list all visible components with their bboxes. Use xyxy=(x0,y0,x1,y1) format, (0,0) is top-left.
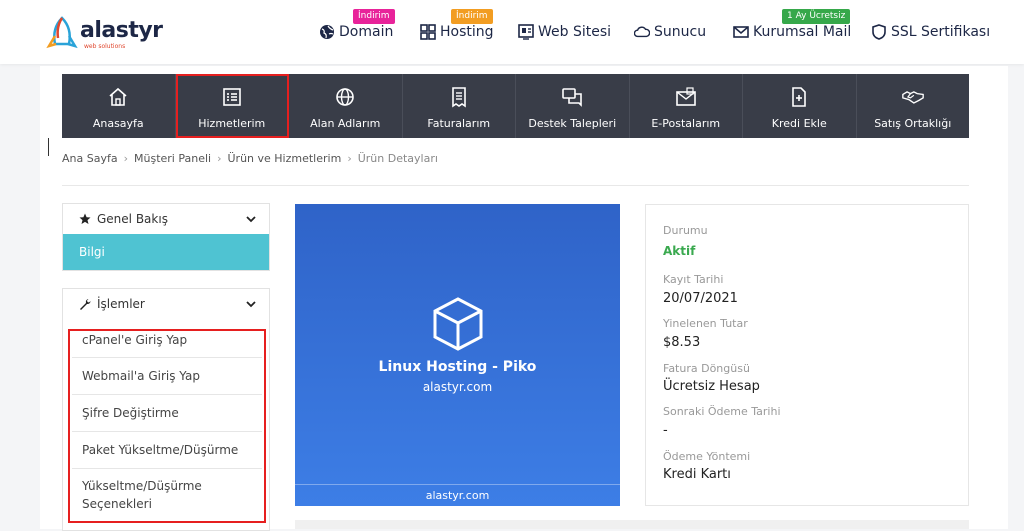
apps-icon xyxy=(420,24,436,40)
next-due-date-label: Sonraki Ödeme Tarihi xyxy=(663,405,781,418)
mail-icon xyxy=(733,26,749,38)
topnav-server[interactable]: Sunucu xyxy=(634,0,706,64)
mainnav-invoices[interactable]: Faturalarım xyxy=(403,74,516,138)
product-name: Linux Hosting - Piko xyxy=(378,359,537,375)
topnav-mail[interactable]: Kurumsal Mail xyxy=(733,0,851,64)
topnav-ssl-label: SSL Sertifikası xyxy=(891,24,991,40)
topnav-domain-label: Domain xyxy=(339,24,394,40)
recurring-amount-label: Yinelenen Tutar xyxy=(663,317,748,330)
email-icon xyxy=(675,87,696,106)
mainnav-home[interactable]: Anasayfa xyxy=(62,74,176,138)
bottom-section-edge xyxy=(295,520,969,529)
billing-cycle-label: Fatura Döngüsü xyxy=(663,362,750,375)
wrench-icon xyxy=(80,299,91,310)
product-domain: alastyr.com xyxy=(422,380,493,394)
mainnav-add-credit-label: Kredi Ekle xyxy=(771,117,827,130)
topnav-ssl[interactable]: SSL Sertifikası xyxy=(871,0,990,64)
mainnav-support-label: Destek Talepleri xyxy=(528,117,617,130)
topnav-server-label: Sunucu xyxy=(654,24,707,40)
next-due-date-value: - xyxy=(663,423,668,438)
brand-logo[interactable]: alastyr web solutions xyxy=(46,14,163,54)
overview-title: Genel Bakış xyxy=(97,212,168,226)
package-box-icon xyxy=(433,297,483,351)
breadcrumb-services[interactable]: Ürün ve Hizmetlerim xyxy=(228,152,342,165)
star-icon xyxy=(79,213,91,224)
rocket-logo-icon xyxy=(46,16,78,49)
globe-icon xyxy=(336,88,355,106)
topnav-website[interactable]: Web Sitesi xyxy=(518,0,611,64)
overview-info-item[interactable]: Bilgi xyxy=(63,234,269,270)
globe-icon xyxy=(320,25,334,39)
shield-icon xyxy=(872,24,886,40)
add-file-icon xyxy=(792,87,807,107)
chevron-down-icon xyxy=(246,301,256,308)
product-details: Durumu Aktif Kayıt Tarihi 20/07/2021 Yin… xyxy=(645,204,969,506)
topnav-hosting[interactable]: Hosting xyxy=(420,0,494,64)
chevron-down-icon xyxy=(246,216,256,223)
mainnav-services-label: Hizmetlerim xyxy=(198,117,266,130)
mainnav-affiliate[interactable]: Satış Ortaklığı xyxy=(857,74,970,138)
top-header: alastyr web solutions İndirim İndirim 1 … xyxy=(0,0,1024,64)
operations-list: cPanel'e Giriş Yap Webmail'a Giriş Yap Ş… xyxy=(68,329,266,523)
handshake-icon xyxy=(901,91,924,104)
mainnav-add-credit[interactable]: Kredi Ekle xyxy=(743,74,857,138)
mainnav-invoices-label: Faturalarım xyxy=(427,117,491,130)
divider xyxy=(62,185,969,186)
status-label: Durumu xyxy=(663,224,708,237)
payment-method-label: Ödeme Yöntemi xyxy=(663,450,751,463)
status-value: Aktif xyxy=(663,244,696,258)
registration-date-value: 20/07/2021 xyxy=(663,291,738,306)
product-card: Linux Hosting - Piko alastyr.com alastyr… xyxy=(295,204,620,506)
chevron-right-icon: › xyxy=(347,152,352,165)
payment-method-value: Kredi Kartı xyxy=(663,467,731,482)
webmail-login-link[interactable]: Webmail'a Giriş Yap xyxy=(72,358,262,395)
billing-cycle-value: Ücretsiz Hesap xyxy=(663,379,760,394)
breadcrumb: Ana Sayfa › Müşteri Paneli › Ürün ve Hiz… xyxy=(62,152,438,165)
breadcrumb-client-panel[interactable]: Müşteri Paneli xyxy=(134,152,211,165)
product-footer-domain[interactable]: alastyr.com xyxy=(295,484,620,507)
overview-header[interactable]: Genel Bakış xyxy=(63,204,269,234)
breadcrumb-current: Ürün Detayları xyxy=(357,152,438,165)
mainnav-emails-label: E-Postalarım xyxy=(651,117,721,130)
mainnav-home-label: Anasayfa xyxy=(92,117,144,130)
mainnav-services[interactable]: Hizmetlerim xyxy=(175,74,289,138)
mainnav-support[interactable]: Destek Talepleri xyxy=(516,74,630,138)
topnav-mail-label: Kurumsal Mail xyxy=(753,24,852,40)
operations-title: İşlemler xyxy=(97,297,145,311)
brand-tagline: web solutions xyxy=(84,43,126,50)
mainnav-emails[interactable]: E-Postalarım xyxy=(630,74,743,138)
change-password-link[interactable]: Şifre Değiştirme xyxy=(72,395,262,432)
mainnav-domains[interactable]: Alan Adlarım xyxy=(289,74,403,138)
brand-name: alastyr xyxy=(80,18,163,43)
breadcrumb-home[interactable]: Ana Sayfa xyxy=(62,152,118,165)
operations-header[interactable]: İşlemler xyxy=(63,289,269,319)
home-icon xyxy=(109,87,127,106)
mainnav-domains-label: Alan Adlarım xyxy=(310,117,381,130)
text-cursor xyxy=(48,138,49,156)
chevron-right-icon: › xyxy=(123,152,128,165)
topnav-domain[interactable]: Domain xyxy=(319,0,393,64)
cloud-icon xyxy=(634,26,650,38)
cpanel-login-link[interactable]: cPanel'e Giriş Yap xyxy=(72,331,262,358)
chat-icon xyxy=(562,88,583,107)
registration-date-label: Kayıt Tarihi xyxy=(663,273,724,286)
mainnav-affiliate-label: Satış Ortaklığı xyxy=(874,117,952,130)
list-icon xyxy=(222,88,241,106)
recurring-amount-value: $8.53 xyxy=(663,335,701,350)
topnav-website-label: Web Sitesi xyxy=(538,24,612,40)
upgrade-downgrade-link[interactable]: Paket Yükseltme/Düşürme xyxy=(72,432,262,469)
website-icon xyxy=(518,24,534,40)
overview-panel: Genel Bakış Bilgi xyxy=(62,203,270,271)
topnav-hosting-label: Hosting xyxy=(440,24,494,40)
invoice-icon xyxy=(451,87,466,108)
main-nav: Anasayfa Hizmetlerim Alan Adlarım Fatura… xyxy=(62,74,969,138)
upgrade-options-link[interactable]: Yükseltme/Düşürme Seçenekleri xyxy=(72,469,262,521)
chevron-right-icon: › xyxy=(217,152,222,165)
